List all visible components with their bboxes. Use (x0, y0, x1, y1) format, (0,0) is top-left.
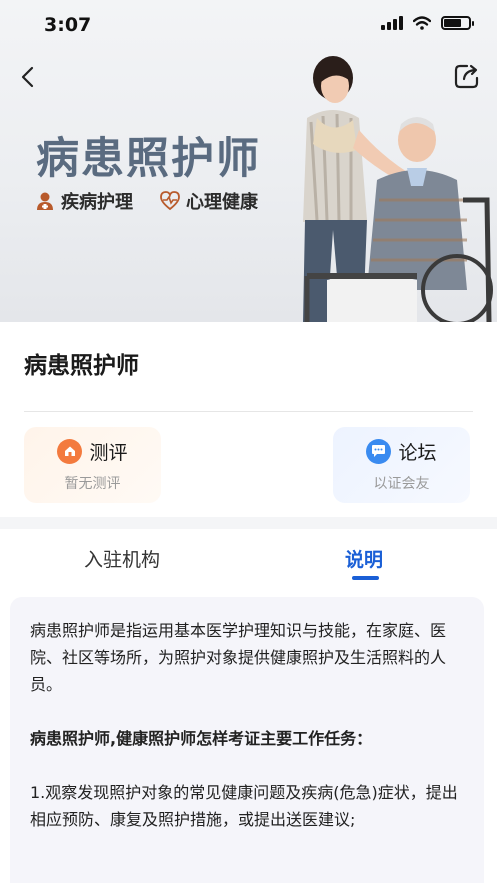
hero-tag-disease-care: 疾病护理 (34, 188, 133, 214)
wifi-icon (413, 16, 431, 30)
back-button[interactable] (12, 62, 42, 92)
forum-sub: 以证会友 (373, 475, 430, 492)
hero-tag-mental-health: 心理健康 (159, 188, 258, 214)
description-paragraph: 1.观察发现照护对象的常见健康问题及疾病(危急)症状，提出相应预防、康复及照护措… (30, 783, 458, 829)
share-icon (454, 64, 479, 89)
section-separator (0, 517, 497, 529)
description-panel: 病患照护师是指运用基本医学护理知识与技能，在家庭、医院、社区等场所，为照护对象提… (10, 597, 484, 883)
assessment-sub: 暂无测评 (64, 475, 121, 492)
assessment-label: 测评 (89, 441, 128, 464)
signal-icon (381, 16, 403, 30)
hero-tag-label: 心理健康 (186, 192, 258, 213)
status-icons (381, 16, 474, 30)
divider (24, 411, 473, 412)
share-button[interactable] (451, 60, 483, 92)
page-title: 病患照护师 (24, 353, 139, 379)
chevron-left-icon (21, 66, 34, 88)
user-icon (37, 192, 53, 210)
tab-institutions[interactable]: 入驻机构 (84, 545, 160, 572)
battery-icon (441, 16, 474, 30)
forum-card[interactable]: 论坛 以证会友 (333, 427, 470, 503)
active-tab-indicator (352, 576, 379, 580)
description-heading: 病患照护师,健康照护师怎样考证主要工作任务： (30, 729, 373, 748)
forum-label: 论坛 (398, 441, 437, 464)
heart-pulse-icon (160, 191, 180, 211)
assessment-card[interactable]: 测评 暂无测评 (24, 427, 161, 503)
hero-tag-label: 疾病护理 (61, 192, 133, 213)
home-icon (57, 438, 83, 464)
hero-tags: 疾病护理 心理健康 (34, 188, 258, 214)
description-paragraph: 病患照护师是指运用基本医学护理知识与技能，在家庭、医院、社区等场所，为照护对象提… (30, 621, 447, 694)
chat-icon (366, 438, 392, 464)
hero-title: 病患照护师 (36, 134, 261, 184)
status-time: 3:07 (44, 14, 92, 36)
status-bar: 3:07 (0, 0, 497, 52)
tab-description[interactable]: 说明 (345, 545, 383, 572)
